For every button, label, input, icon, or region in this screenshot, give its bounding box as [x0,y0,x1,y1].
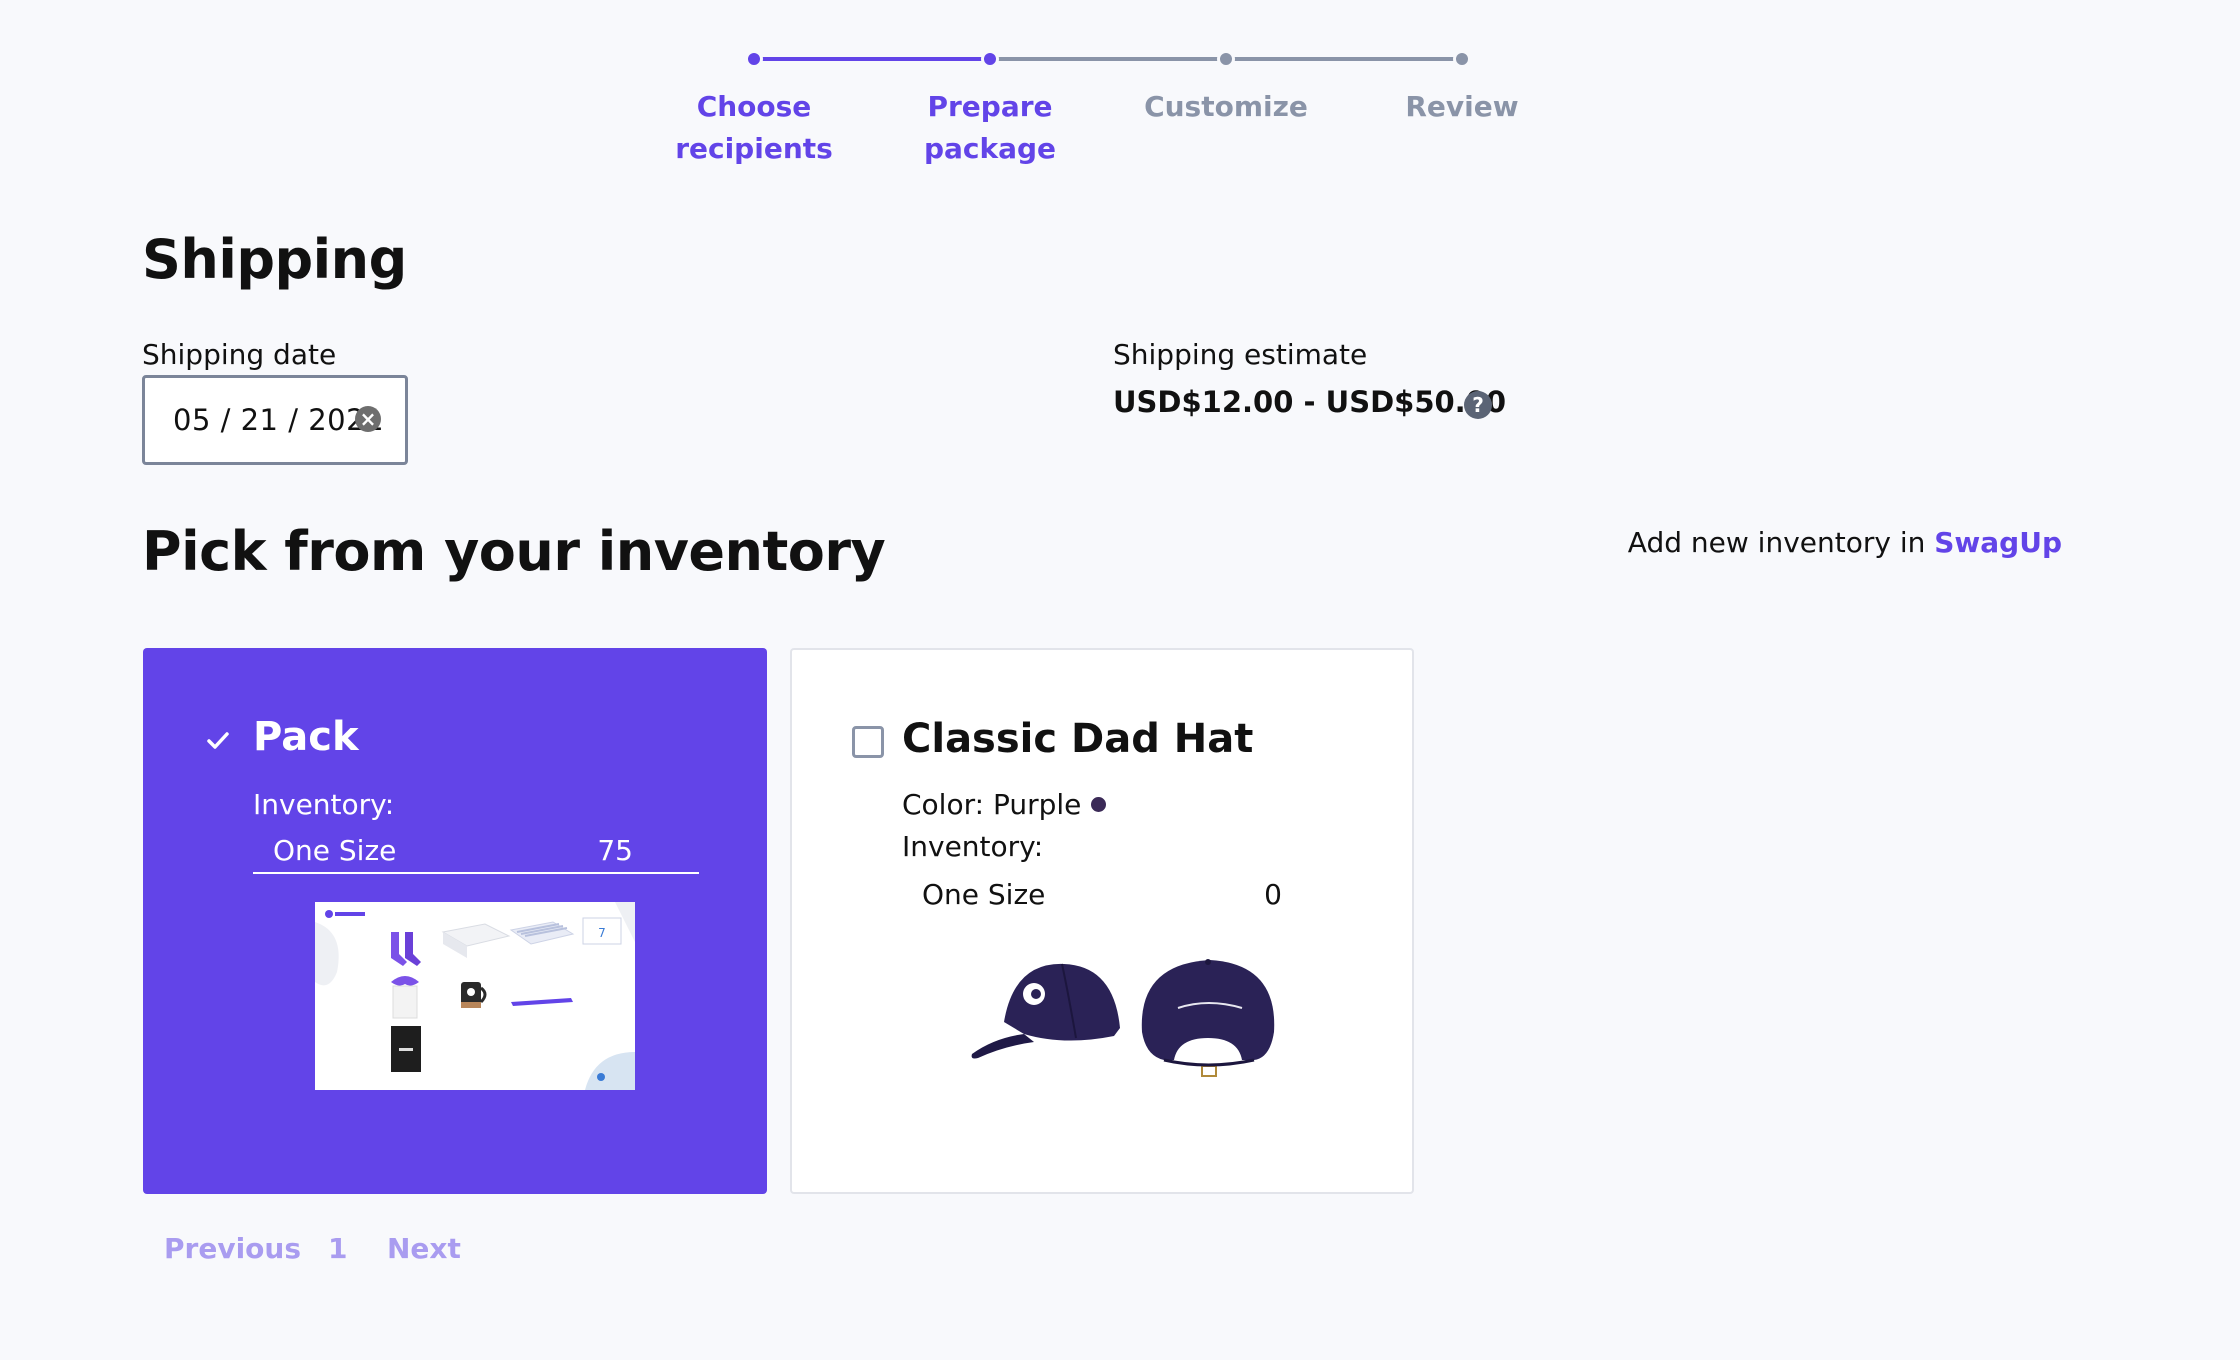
inventory-card-classic-dad-hat[interactable]: Classic Dad Hat Color: Purple Inventory:… [790,648,1414,1194]
question-circle-icon[interactable]: ? [1464,391,1492,419]
inventory-label: Inventory: [902,830,1044,863]
color-swatch [1091,796,1107,812]
inventory-label: Inventory: [253,788,395,821]
card-title: Classic Dad Hat [902,716,1254,762]
select-checkbox[interactable] [852,726,884,758]
row-divider [253,872,699,874]
shipping-date-value: 05 / 21 / 2021 [173,403,385,437]
step-label-choose-recipients[interactable]: Choose recipients [634,86,874,170]
add-inventory-text: Add new inventory in SwagUp [1628,526,2062,559]
stepper-line-pending [990,57,1226,61]
shipping-date-input[interactable]: 05 / 21 / 2021 × [142,375,408,465]
pack-preview-image: 7 [315,902,635,1090]
inventory-size: One Size [922,878,1046,911]
shipping-estimate-label: Shipping estimate [1113,338,1368,371]
svg-text:7: 7 [598,926,606,940]
stepper-line-complete [754,57,990,61]
step-label-line: recipients [675,132,833,165]
color-label-text: Color: Purple [902,788,1082,821]
inventory-size: One Size [273,834,397,867]
inventory-heading: Pick from your inventory [142,520,886,583]
inventory-card-pack[interactable]: Pack Inventory: One Size 75 7 [143,648,767,1194]
hat-preview-image [964,942,1286,1094]
inventory-row: One Size 75 [253,828,699,874]
step-label-line: Customize [1144,90,1308,123]
card-title: Pack [253,714,359,760]
inventory-row: One Size 0 [902,872,1348,918]
step-dot-choose-recipients[interactable] [745,50,763,68]
checkmark-icon[interactable] [205,728,231,754]
swagup-link[interactable]: SwagUp [1934,526,2062,559]
inventory-quantity: 75 [597,834,633,867]
step-label-line: Review [1405,90,1519,123]
shipping-estimate-value: USD$12.00 - USD$50.00 [1113,385,1507,419]
next-page-button[interactable]: Next [387,1232,461,1265]
color-label: Color: Purple [902,788,1107,821]
add-inventory-prefix: Add new inventory in [1627,526,1935,559]
clear-circle-icon[interactable]: × [355,406,381,432]
progress-stepper: Choose recipients Prepare package Custom… [0,0,2240,180]
step-label-line: package [923,132,1057,165]
previous-page-button[interactable]: Previous [164,1232,301,1265]
step-dot-review [1453,50,1471,68]
step-label-line: Choose [696,90,812,123]
shipping-heading: Shipping [142,228,407,291]
inventory-quantity: 0 [1264,878,1282,911]
stepper-line-pending [1226,57,1462,61]
step-label-customize: Customize [1106,86,1346,128]
step-label-prepare-package[interactable]: Prepare package [870,86,1110,170]
shipping-date-label: Shipping date [142,338,337,371]
page-number-button[interactable]: 1 [328,1232,347,1265]
step-label-review: Review [1342,86,1582,128]
step-dot-customize [1217,50,1235,68]
step-dot-prepare-package[interactable] [981,50,999,68]
step-label-line: Prepare [927,90,1053,123]
